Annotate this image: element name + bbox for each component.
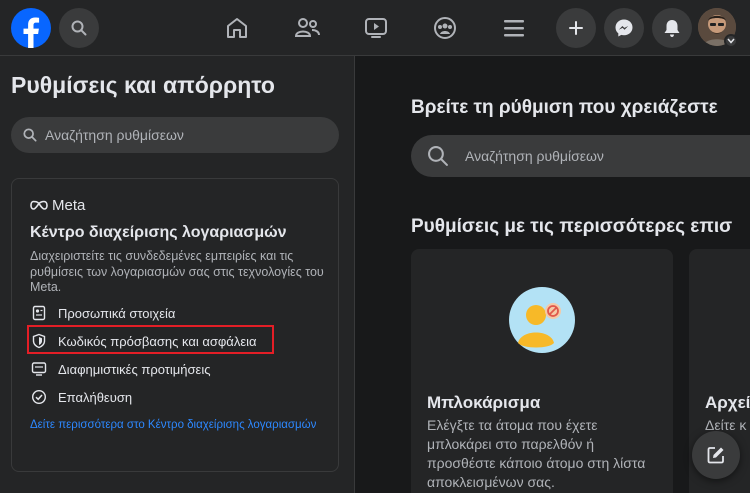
main-search-input[interactable]: Αναζήτηση ρυθμίσεων (411, 135, 750, 177)
settings-sidebar: Ρυθμίσεις και απόρρητο Αναζήτηση ρυθμίσε… (0, 56, 355, 493)
menu-icon (504, 20, 524, 37)
meta-infinity-icon (30, 200, 48, 210)
video-tab[interactable] (360, 12, 392, 44)
top-navigation-bar (0, 0, 750, 56)
menu-tab[interactable] (498, 12, 530, 44)
blocked-user-illustration (509, 287, 575, 353)
settings-search-input[interactable]: Αναζήτηση ρυθμίσεων (11, 117, 339, 153)
messenger-button[interactable] (604, 8, 644, 48)
plus-icon (569, 21, 583, 35)
accounts-center-description: Διαχειριστείτε τις συνδεδεμένες εμπειρίε… (30, 249, 324, 294)
compose-icon (707, 447, 724, 464)
accounts-center-link[interactable]: Δείτε περισσότερα στο Κέντρο διαχείρισης… (30, 418, 320, 433)
messenger-icon (615, 19, 633, 37)
monitor-icon (30, 360, 48, 378)
section-heading: Ρυθμίσεις με τις περισσότερες επισ (411, 216, 733, 237)
highlight-box (27, 325, 274, 354)
groups-icon (434, 17, 456, 39)
accounts-center-card: Meta Κέντρο διαχείρισης λογαριασμών Διαχ… (11, 178, 339, 472)
accounts-center-title: Κέντρο διαχείρισης λογαριασμών (30, 224, 287, 241)
search-icon (428, 146, 448, 166)
home-tab[interactable] (221, 12, 253, 44)
menu-item-ad-preferences[interactable]: Διαφημιστικές προτιμήσεις (30, 359, 210, 379)
search-button[interactable] (59, 8, 99, 48)
tile-title: Μπλοκάρισμα (427, 393, 541, 412)
chevron-down-icon (727, 38, 735, 44)
tile-title: Αρχεί (705, 393, 750, 412)
page-title: Ρυθμίσεις και απόρρητο (11, 72, 275, 98)
menu-item-verification[interactable]: Επαλήθευση (30, 387, 132, 407)
friends-tab[interactable] (291, 12, 323, 44)
search-icon (71, 20, 87, 36)
id-card-icon (30, 304, 48, 322)
groups-tab[interactable] (429, 12, 461, 44)
account-dropdown-badge[interactable] (724, 34, 738, 48)
search-placeholder: Αναζήτηση ρυθμίσεων (45, 127, 184, 143)
video-icon (365, 18, 387, 38)
menu-item-label: Επαλήθευση (58, 389, 133, 405)
menu-item-personal-details[interactable]: Προσωπικά στοιχεία (30, 303, 175, 323)
bell-icon (664, 20, 680, 37)
tile-description: Ελέγξτε τα άτομα που έχετε μπλοκάρει στο… (427, 417, 646, 490)
meta-logo-text: Meta (52, 197, 86, 214)
menu-item-label: Διαφημιστικές προτιμήσεις (58, 361, 211, 377)
facebook-logo[interactable] (11, 8, 51, 48)
friends-icon (294, 18, 320, 37)
new-message-button[interactable] (692, 431, 740, 479)
settings-tile-blocking[interactable]: Μπλοκάρισμα Ελέγξτε τα άτομα που έχετε μ… (411, 249, 673, 493)
meta-logo: Meta (30, 197, 85, 214)
check-circle-icon (30, 388, 48, 406)
home-icon (227, 18, 247, 38)
create-button[interactable] (556, 8, 596, 48)
search-placeholder: Αναζήτηση ρυθμίσεων (465, 148, 604, 164)
main-heading: Βρείτε τη ρύθμιση που χρειάζεστε (411, 97, 718, 118)
menu-item-label: Προσωπικά στοιχεία (58, 305, 176, 321)
notifications-button[interactable] (652, 8, 692, 48)
search-icon (23, 128, 37, 142)
